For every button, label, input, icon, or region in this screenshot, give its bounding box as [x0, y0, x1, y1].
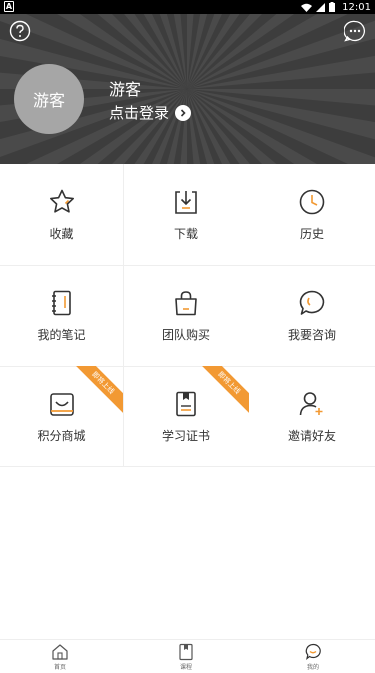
menu-item-favorites[interactable]: 收藏 — [0, 164, 123, 265]
points-mall-icon — [49, 393, 74, 416]
menu-item-label: 学习证书 — [161, 429, 210, 443]
avatar[interactable]: 游客 — [14, 64, 84, 134]
menu-item-invite-friends[interactable]: 邀请好友 — [249, 366, 375, 467]
menu-item-label: 下载 — [173, 227, 198, 241]
app-notification-icon: A — [4, 1, 14, 12]
coming-soon-badge: 即将上线 — [195, 366, 249, 417]
username: 游客 — [109, 80, 142, 99]
menu-item-team-purchase[interactable]: 团队购买 — [123, 265, 249, 366]
menu-item-label: 我要咨询 — [287, 328, 336, 342]
login-text: 点击登录 — [109, 104, 170, 122]
menu-item-points-mall[interactable]: 积分商城 即将上线 — [0, 366, 123, 467]
profile-face-icon — [305, 643, 321, 661]
invite-user-icon — [299, 392, 323, 416]
menu-item-label: 邀请好友 — [287, 429, 336, 443]
menu-item-my-notes[interactable]: 我的笔记 — [0, 265, 123, 366]
menu-item-certificates[interactable]: 学习证书 即将上线 — [123, 366, 249, 467]
download-icon — [175, 191, 197, 214]
certificate-icon — [176, 391, 196, 417]
menu-item-label: 团队购买 — [161, 328, 210, 342]
tab-home[interactable]: 首页 — [30, 643, 90, 671]
menu-item-label: 收藏 — [49, 227, 74, 241]
menu-item-label: 历史 — [299, 227, 324, 241]
battery-icon — [329, 2, 336, 12]
bottom-tab-bar: 首页 课程 我的 — [0, 639, 375, 673]
signal-icon — [316, 2, 326, 12]
shopping-bag-icon — [175, 291, 197, 316]
tab-mine[interactable]: 我的 — [283, 643, 343, 671]
tab-label: 首页 — [53, 664, 66, 671]
menu-item-downloads[interactable]: 下载 — [123, 164, 249, 265]
help-circle-icon[interactable] — [9, 20, 31, 42]
login-link[interactable]: 点击登录 — [109, 102, 192, 123]
menu-item-consult[interactable]: 我要咨询 — [249, 265, 375, 366]
tab-courses[interactable]: 课程 — [156, 643, 216, 671]
wifi-icon — [301, 3, 313, 12]
tab-label: 我的 — [306, 664, 319, 671]
course-book-icon — [179, 643, 193, 661]
tab-label: 课程 — [179, 664, 192, 671]
home-icon — [52, 644, 68, 660]
clock-icon — [299, 189, 325, 215]
status-icons: 12:01 — [301, 0, 371, 14]
status-bar: A 12:01 — [0, 0, 375, 14]
chat-bubble-icon — [299, 290, 325, 315]
coming-soon-badge: 即将上线 — [69, 366, 123, 417]
menu-item-history[interactable]: 历史 — [249, 164, 375, 265]
profile-header: 游客 游客 点击登录 — [0, 14, 375, 164]
chevron-right-icon — [175, 104, 192, 121]
notebook-icon — [51, 290, 71, 316]
star-icon — [49, 189, 74, 213]
menu-grid: 收藏 下载 历史 我的笔记 团队购买 我要咨询 积分商城 即将上线 学习证书 即… — [0, 164, 375, 467]
menu-item-label: 我的笔记 — [37, 328, 86, 342]
status-time: 12:01 — [342, 1, 371, 13]
menu-item-label: 积分商城 — [37, 429, 86, 443]
chat-more-icon[interactable] — [344, 20, 366, 42]
